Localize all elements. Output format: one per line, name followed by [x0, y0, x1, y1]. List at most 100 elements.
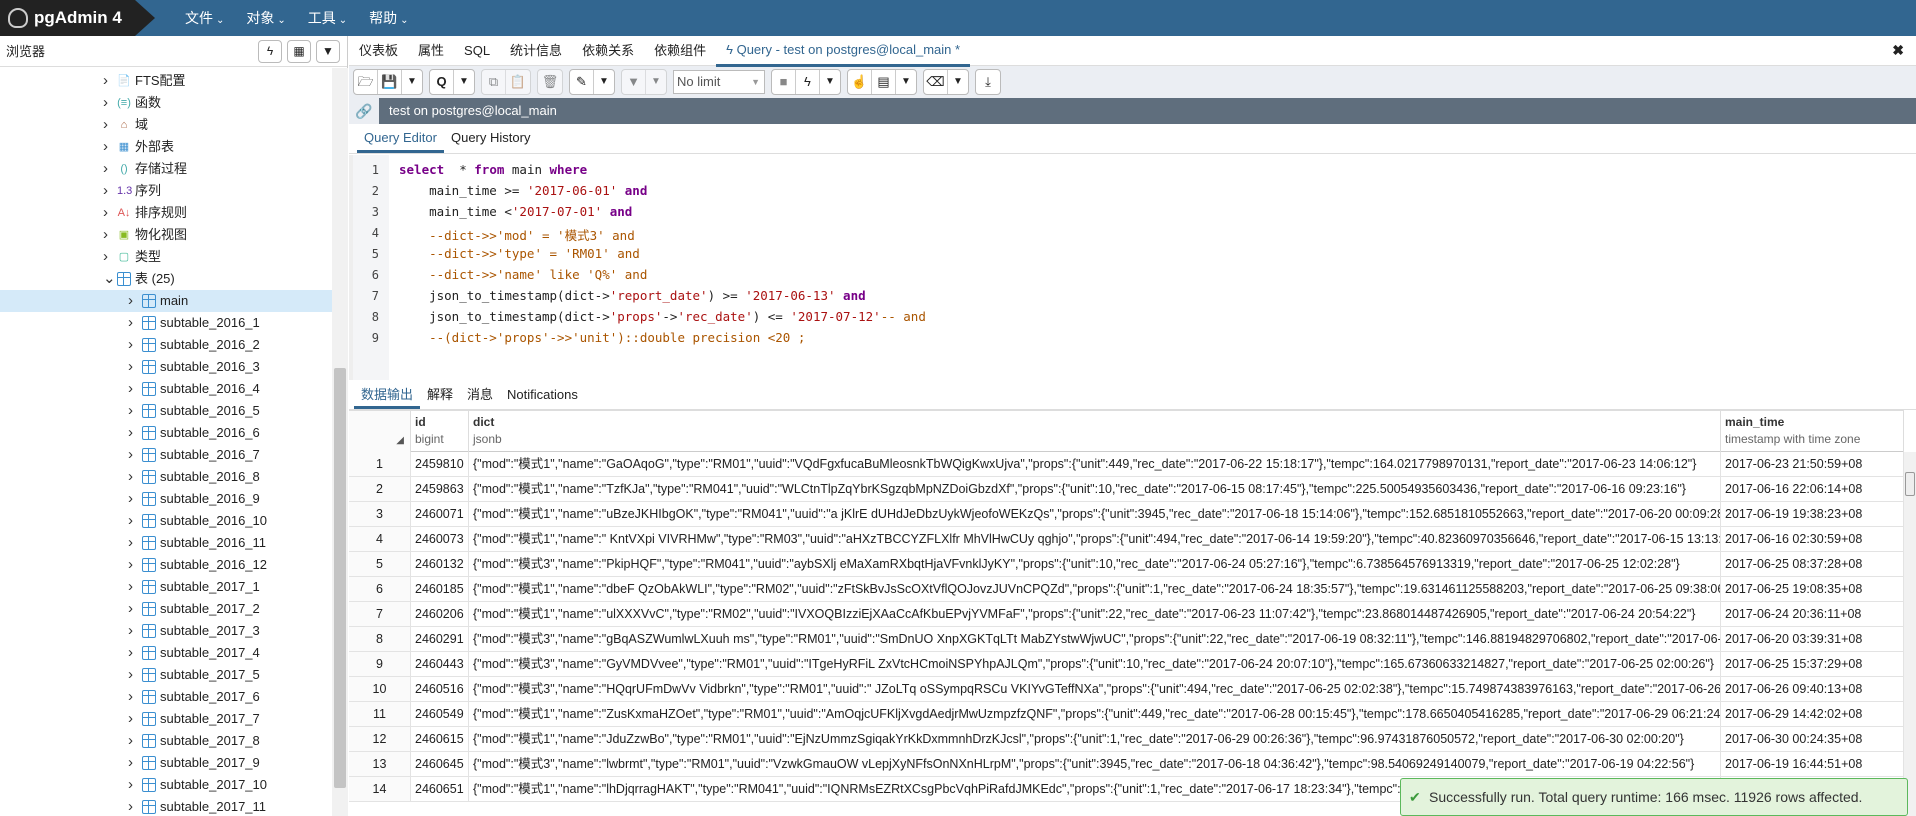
result-tab[interactable]: 数据输出 [354, 383, 421, 409]
chevron-right-icon[interactable]: › [128, 290, 133, 312]
chevron-right-icon[interactable]: › [128, 400, 133, 422]
cell-id[interactable]: 2460206 [411, 602, 469, 626]
tree-item[interactable]: › subtable_2016_2 [0, 334, 332, 356]
chevron-right-icon[interactable]: › [128, 378, 133, 400]
table-row[interactable]: 4 2460073 {"mod":"模式1","name":" KntVXpi VI… [349, 527, 1904, 552]
menu-item[interactable]: 工具 ⌄ [308, 0, 347, 36]
cell-id[interactable]: 2460071 [411, 502, 469, 526]
table-row[interactable]: 7 2460206 {"mod":"模式1","name":"ulXXXVvC","… [349, 602, 1904, 627]
tree-item[interactable]: › subtable_2016_7 [0, 444, 332, 466]
cell-main-time[interactable]: 2017-06-19 16:44:51+08 [1721, 752, 1904, 776]
row-number[interactable]: 10 [349, 677, 411, 701]
row-number[interactable]: 1 [349, 452, 411, 476]
cell-id[interactable]: 2460073 [411, 527, 469, 551]
table-row[interactable]: 2 2459863 {"mod":"模式1","name":"TzfKJa","ty… [349, 477, 1904, 502]
open-file-icon[interactable]: 🗁 [354, 70, 378, 94]
row-number[interactable]: 6 [349, 577, 411, 601]
tree-item[interactable]: › subtable_2017_8 [0, 730, 332, 752]
menu-item[interactable]: 文件 ⌄ [185, 0, 224, 36]
chevron-right-icon[interactable]: › [103, 92, 108, 114]
cell-dict[interactable]: {"mod":"模式1","name":"ulXXXVvC","type":"R… [469, 602, 1721, 626]
chevron-right-icon[interactable]: › [128, 554, 133, 576]
chevron-right-icon[interactable]: › [128, 532, 133, 554]
cell-dict[interactable]: {"mod":"模式1","name":"dbeF QzObAkWLI","ty… [469, 577, 1721, 601]
tree-item[interactable]: › subtable_2017_9 [0, 752, 332, 774]
chevron-right-icon[interactable]: › [128, 334, 133, 356]
find-icon[interactable]: Q [430, 70, 454, 94]
chevron-right-icon[interactable]: › [128, 312, 133, 334]
tree-scrollbar[interactable] [332, 68, 348, 816]
cell-id[interactable]: 2460645 [411, 752, 469, 776]
chevron-right-icon[interactable]: › [128, 730, 133, 752]
sql-editor[interactable]: 1 2 3 4 5 6 7 8 9 select * from main where main_t… [349, 155, 1916, 380]
edit-icon[interactable]: ✎ [570, 70, 594, 94]
tree-item[interactable]: › subtable_2016_10 [0, 510, 332, 532]
result-tab[interactable]: 消息 [460, 383, 500, 409]
row-number[interactable]: 7 [349, 602, 411, 626]
tree-item[interactable]: › subtable_2017_10 [0, 774, 332, 796]
cell-main-time[interactable]: 2017-06-30 00:24:35+08 [1721, 727, 1904, 751]
chevron-right-icon[interactable]: › [128, 444, 133, 466]
menu-item[interactable]: 对象 ⌄ [246, 0, 285, 36]
chevron-right-icon[interactable]: › [103, 180, 108, 202]
stop-icon[interactable]: ■ [772, 70, 796, 94]
cell-id[interactable]: 2460185 [411, 577, 469, 601]
cell-main-time[interactable]: 2017-06-26 09:40:13+08 [1721, 677, 1904, 701]
tree-item[interactable]: › main [0, 290, 332, 312]
tree-item[interactable]: › subtable_2016_4 [0, 378, 332, 400]
cell-dict[interactable]: {"mod":"模式3","name":"PkipHQF","type":"RM… [469, 552, 1721, 576]
cell-dict[interactable]: {"mod":"模式3","name":"GyVMDVvee","type":"… [469, 652, 1721, 676]
tab-item[interactable]: SQL [454, 36, 500, 65]
cell-main-time[interactable]: 2017-06-25 19:08:35+08 [1721, 577, 1904, 601]
cell-id[interactable]: 2460615 [411, 727, 469, 751]
cell-main-time[interactable]: 2017-06-19 19:38:23+08 [1721, 502, 1904, 526]
chevron-right-icon[interactable]: › [103, 70, 108, 92]
tab-item[interactable]: 统计信息 [500, 36, 572, 65]
tab-item[interactable]: 仪表板 [349, 36, 408, 65]
tree-item[interactable]: › subtable_2017_7 [0, 708, 332, 730]
cell-dict[interactable]: {"mod":"模式3","name":"gBqASZWumlwLXuuh ms… [469, 627, 1721, 651]
row-number[interactable]: 5 [349, 552, 411, 576]
clear-dropdown-icon[interactable]: ▼ [948, 70, 968, 94]
download-icon[interactable]: ⤓ [976, 70, 1000, 94]
view-data-button[interactable]: ▦ [287, 40, 311, 63]
row-number[interactable]: 13 [349, 752, 411, 776]
column-header-main-time[interactable]: main_time timestamp with time zone [1721, 411, 1904, 453]
cell-main-time[interactable]: 2017-06-20 03:39:31+08 [1721, 627, 1904, 651]
cell-dict[interactable]: {"mod":"模式1","name":"uBzeJKHIbgOK","type… [469, 502, 1721, 526]
grid-scrollbar[interactable] [1904, 452, 1916, 816]
tree-item[interactable]: › ▣ 物化视图 [0, 224, 332, 246]
filter-icon[interactable]: ▼ [622, 70, 646, 94]
chevron-right-icon[interactable]: › [128, 752, 133, 774]
chevron-down-icon[interactable]: ⌄ [103, 268, 116, 290]
cell-dict[interactable]: {"mod":"模式3","name":"lwbrmt","type":"RM0… [469, 752, 1721, 776]
execute-dropdown-icon[interactable]: ▼ [820, 70, 840, 94]
cell-main-time[interactable]: 2017-06-25 15:37:29+08 [1721, 652, 1904, 676]
execute-icon[interactable]: ϟ [796, 70, 820, 94]
cell-dict[interactable]: {"mod":"模式1","name":"TzfKJa","type":"RM0… [469, 477, 1721, 501]
scrollbar-thumb[interactable] [1905, 472, 1915, 496]
cell-main-time[interactable]: 2017-06-16 02:30:59+08 [1721, 527, 1904, 551]
tree-item[interactable]: › 1.3 序列 [0, 180, 332, 202]
result-tab[interactable]: Notifications [500, 383, 585, 409]
cell-dict[interactable]: {"mod":"模式1","name":"ZusKxmaHZOet","type… [469, 702, 1721, 726]
select-all-cell[interactable]: ◢ [349, 411, 411, 453]
chevron-right-icon[interactable]: › [128, 664, 133, 686]
row-number[interactable]: 12 [349, 727, 411, 751]
row-number[interactable]: 8 [349, 627, 411, 651]
copy-icon[interactable]: ⧉ [482, 70, 506, 94]
tab-query-tool[interactable]: ϟ Query - test on postgres@local_main * [716, 35, 971, 67]
row-number[interactable]: 14 [349, 777, 411, 801]
menu-item[interactable]: 帮助 ⌄ [369, 0, 408, 36]
chevron-right-icon[interactable]: › [103, 202, 108, 224]
paste-icon[interactable]: 📋 [506, 70, 530, 94]
table-row[interactable]: 3 2460071 {"mod":"模式1","name":"uBzeJKHIbgO… [349, 502, 1904, 527]
chevron-right-icon[interactable]: › [128, 510, 133, 532]
chevron-right-icon[interactable]: › [128, 774, 133, 796]
row-number[interactable]: 2 [349, 477, 411, 501]
cell-dict[interactable]: {"mod":"模式1","name":"JduZzwBo","type":"R… [469, 727, 1721, 751]
cell-main-time[interactable]: 2017-06-24 20:36:11+08 [1721, 602, 1904, 626]
tree-item[interactable]: › ▦ 外部表 [0, 136, 332, 158]
chevron-right-icon[interactable]: › [128, 708, 133, 730]
chevron-right-icon[interactable]: › [128, 686, 133, 708]
